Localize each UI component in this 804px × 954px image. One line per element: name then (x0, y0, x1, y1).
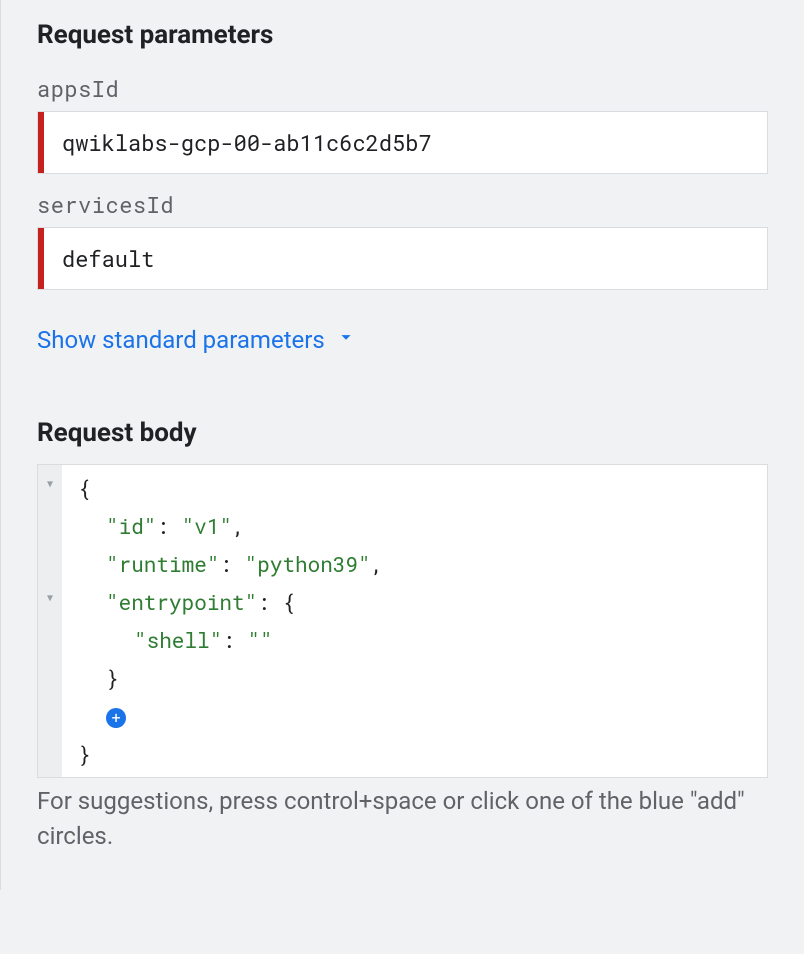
collapse-toggle-icon[interactable]: ▼ (47, 579, 53, 617)
request-body-editor[interactable]: ▼ ▼ { "id": "v1", "runtime": "python39",… (37, 464, 768, 778)
json-value: "v1" (182, 512, 232, 540)
brace-close: } (106, 664, 119, 692)
param-input-wrap-appsId (37, 111, 768, 174)
param-appsId: appsId (37, 74, 768, 174)
request-body-heading: Request body (37, 398, 768, 456)
editor-gutter: ▼ ▼ (38, 465, 62, 777)
show-standard-parameters-toggle[interactable]: Show standard parameters (37, 326, 357, 354)
param-input-wrap-servicesId (37, 227, 768, 290)
json-value: "python39" (245, 550, 371, 578)
param-servicesId: servicesId (37, 190, 768, 290)
brace-close: } (78, 740, 91, 768)
json-key: "id" (106, 512, 156, 540)
json-key: "entrypoint" (106, 588, 257, 616)
json-key: "runtime" (106, 550, 219, 578)
show-standard-parameters-label: Show standard parameters (37, 326, 325, 354)
request-body-section: Request body ▼ ▼ { "id": "v1", "runtime"… (37, 398, 768, 854)
servicesId-input[interactable] (44, 228, 767, 289)
api-try-panel: Request parameters appsId servicesId Sho… (0, 0, 804, 890)
editor-body[interactable]: { "id": "v1", "runtime": "python39", "en… (62, 465, 767, 777)
json-key: "shell" (134, 626, 222, 654)
chevron-down-icon (335, 326, 357, 354)
param-label-appsId: appsId (37, 74, 768, 103)
json-value: "" (247, 626, 272, 654)
brace-open: { (78, 474, 91, 502)
editor-hint-text: For suggestions, press control+space or … (37, 784, 768, 854)
appsId-input[interactable] (44, 112, 767, 173)
add-field-icon[interactable]: + (106, 708, 126, 728)
request-parameters-heading: Request parameters (37, 0, 768, 58)
collapse-toggle-icon[interactable]: ▼ (47, 465, 53, 503)
param-label-servicesId: servicesId (37, 190, 768, 219)
